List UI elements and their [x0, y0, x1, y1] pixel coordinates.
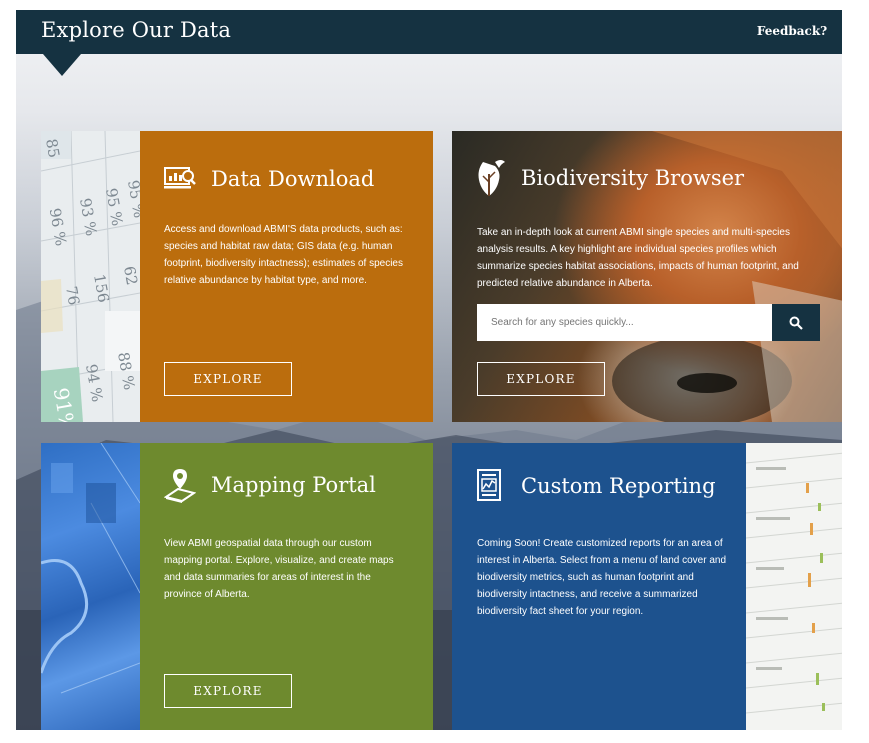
species-search-input[interactable] — [477, 304, 772, 341]
report-sheet-image — [746, 443, 842, 730]
explore-data-section: Explore Our Data Feedback? 85 96 % 93 % … — [16, 10, 842, 730]
card-title: Data Download — [211, 167, 375, 191]
explore-button[interactable]: EXPLORE — [164, 362, 292, 396]
biodiversity-panel: Biodiversity Browser Take an in-depth lo… — [452, 131, 842, 422]
custom-reporting-panel: Custom Reporting Coming Soon! Create cus… — [452, 443, 746, 730]
card-title: Biodiversity Browser — [521, 166, 745, 190]
mapping-portal-panel: Mapping Portal View ABMI geospatial data… — [140, 443, 433, 730]
card-title: Custom Reporting — [521, 474, 716, 498]
report-sheet-graphic — [746, 452, 842, 714]
card-title: Mapping Portal — [211, 473, 376, 497]
card-description: Access and download ABMI'S data products… — [164, 224, 403, 286]
table-value: 76 — [62, 285, 83, 307]
search-button[interactable] — [772, 304, 820, 341]
card-data-download: 85 96 % 93 % 95 % 95 % 76 156 62 94 % 88… — [41, 131, 433, 422]
report-chart-icon — [473, 469, 507, 503]
monitor-chart-icon — [163, 162, 197, 196]
table-value: 62 — [120, 265, 140, 287]
search-icon — [789, 316, 803, 330]
explore-button[interactable]: EXPLORE — [477, 362, 605, 396]
header-bar: Explore Our Data Feedback? — [16, 10, 842, 54]
header-pointer — [43, 54, 81, 76]
table-value: 85 — [42, 137, 63, 159]
map-pin-icon — [163, 468, 197, 503]
data-table-image: 85 96 % 93 % 95 % 95 % 76 156 62 94 % 88… — [41, 131, 140, 422]
explore-button[interactable]: EXPLORE — [164, 674, 292, 708]
satellite-map-image — [41, 443, 140, 730]
card-description: Coming Soon! Create customized reports f… — [477, 538, 727, 617]
map-graphic — [41, 443, 140, 694]
card-biodiversity-browser: Biodiversity Browser Take an in-depth lo… — [452, 131, 842, 422]
data-table-graphic: 85 96 % 93 % 95 % 95 % 76 156 62 94 % 88… — [41, 131, 140, 422]
tree-bird-icon — [473, 160, 507, 196]
card-description: Take an in-depth look at current ABMI si… — [477, 227, 799, 289]
species-search — [477, 304, 820, 341]
data-download-panel: Data Download Access and download ABMI'S… — [140, 131, 433, 422]
card-mapping-portal: Mapping Portal View ABMI geospatial data… — [41, 443, 433, 730]
feedback-link[interactable]: Feedback? — [742, 24, 842, 38]
page-title: Explore Our Data — [41, 18, 232, 42]
card-custom-reporting: Custom Reporting Coming Soon! Create cus… — [452, 443, 842, 730]
card-description: View ABMI geospatial data through our cu… — [164, 538, 394, 600]
